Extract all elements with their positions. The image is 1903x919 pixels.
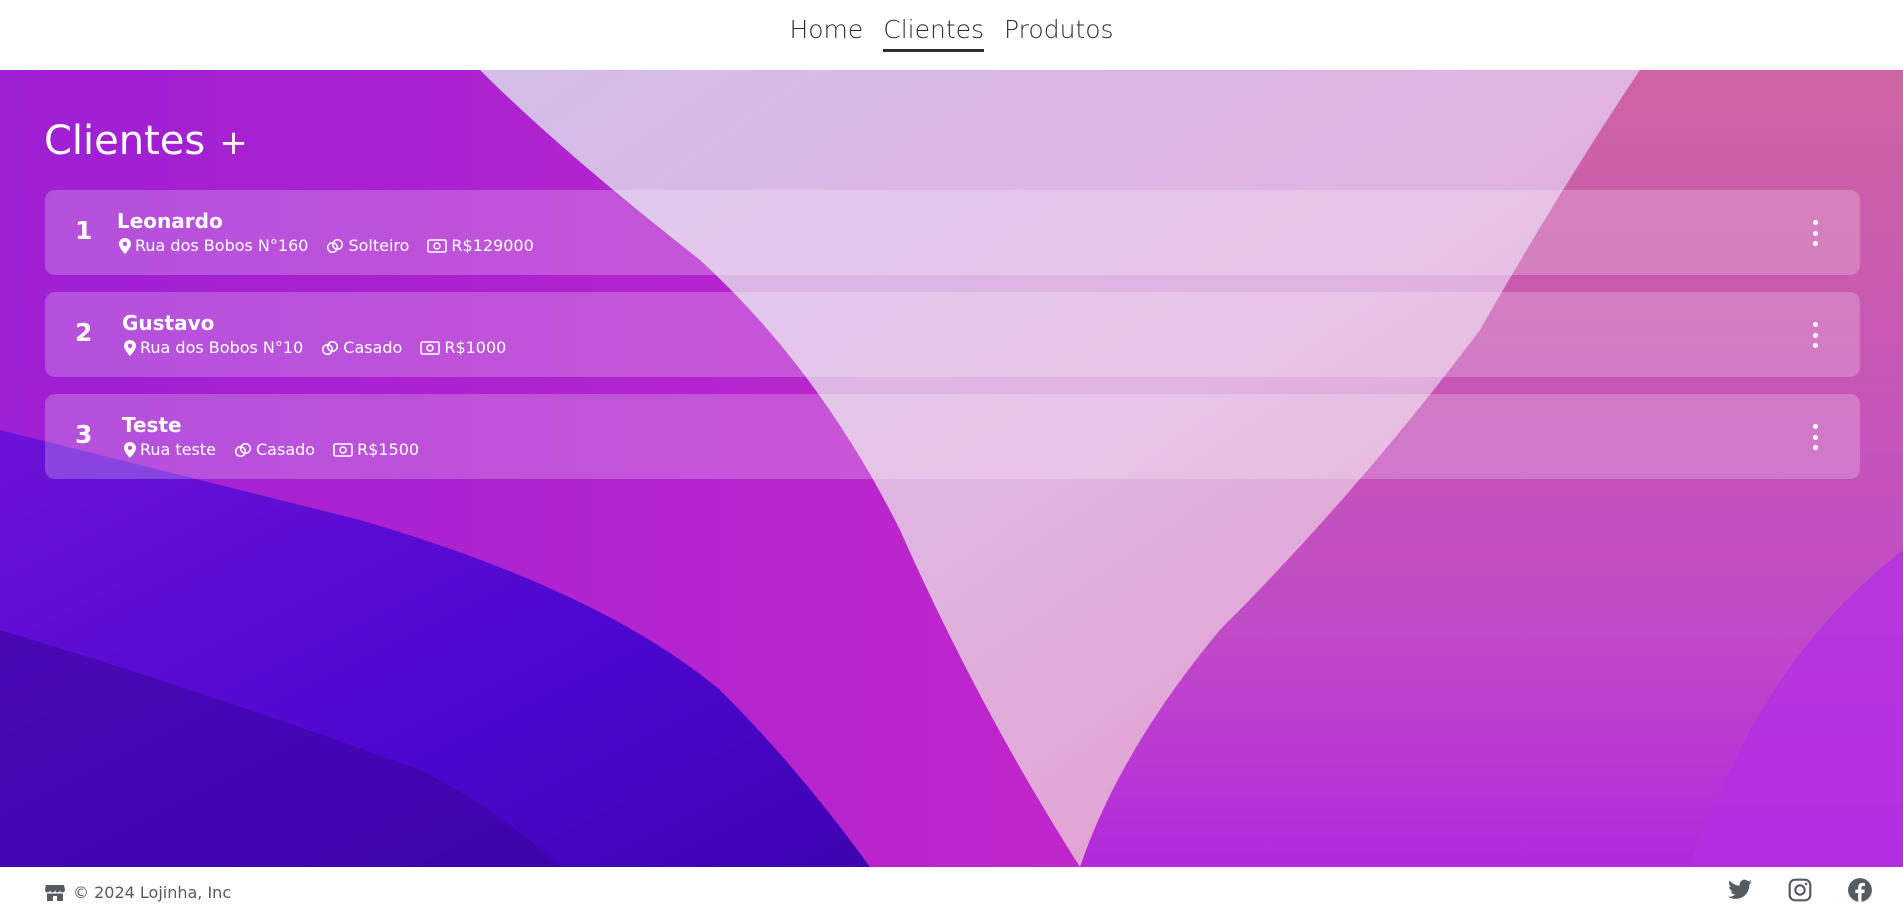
client-meta: Rua teste Casado R$1500 [124,440,419,459]
nav-links: Home Clientes Produtos [789,15,1114,52]
client-meta: Rua dos Bobos N°10 Casado R$1000 [124,338,506,357]
client-card[interactable]: 3 Teste Rua teste Casado R$1500 [45,394,1860,479]
client-address: Rua teste [124,440,216,459]
client-id: 3 [75,420,93,449]
client-card[interactable]: 2 Gustavo Rua dos Bobos N°10 Casado R$10… [45,292,1860,377]
client-address-text: Rua dos Bobos N°160 [135,236,309,255]
cash-icon [333,442,353,457]
more-options-icon[interactable] [1810,220,1820,246]
client-address-text: Rua teste [140,440,216,459]
cash-icon [420,340,441,355]
client-marital-status: Casado [321,338,402,357]
client-name: Gustavo [122,311,215,335]
client-id: 2 [75,318,93,347]
nav-link-home[interactable]: Home [789,15,863,52]
client-marital-status-text: Casado [256,440,316,459]
location-pin-icon [124,441,136,458]
client-income-text: R$129000 [451,236,534,255]
footer: © 2024 Lojinha, Inc [0,867,1903,919]
nav-link-produtos[interactable]: Produtos [1004,15,1114,52]
page-title: Clientes [44,118,206,164]
client-address: Rua dos Bobos N°10 [124,338,303,357]
client-income-text: R$1000 [444,338,507,357]
cash-icon [427,238,448,253]
client-meta: Rua dos Bobos N°160 Solteiro R$129000 [119,236,534,255]
client-id: 1 [75,216,93,245]
rings-icon [327,238,344,253]
client-marital-status: Casado [234,440,315,459]
client-income: R$1000 [420,338,506,357]
client-name: Teste [122,413,182,437]
nav-link-clientes[interactable]: Clientes [883,15,985,52]
client-marital-status-text: Solteiro [348,236,410,255]
main-content: Clientes + 1 Leonardo Rua dos Bobos N°16… [0,70,1903,867]
rings-icon [322,340,339,355]
client-address: Rua dos Bobos N°160 [119,236,308,255]
page-heading: Clientes + [44,118,248,164]
twitter-icon[interactable] [1727,877,1753,903]
location-pin-icon [124,339,136,356]
instagram-icon[interactable] [1787,877,1813,903]
location-pin-icon [119,237,131,254]
footer-brand: © 2024 Lojinha, Inc [45,883,231,902]
client-marital-status-text: Casado [343,338,403,357]
rings-icon [234,442,252,457]
client-card[interactable]: 1 Leonardo Rua dos Bobos N°160 Solteiro … [45,190,1860,275]
top-navbar: Home Clientes Produtos [0,0,1903,70]
more-options-icon[interactable] [1810,322,1820,348]
client-address-text: Rua dos Bobos N°10 [140,338,304,357]
client-income-text: R$1500 [357,440,420,459]
store-icon [45,884,65,901]
copyright-text: © 2024 Lojinha, Inc [73,883,232,902]
client-name: Leonardo [117,209,223,233]
add-client-button[interactable]: + [219,123,248,163]
client-income: R$1500 [333,440,419,459]
client-income: R$129000 [427,236,534,255]
more-options-icon[interactable] [1810,424,1820,450]
social-links [1727,877,1873,903]
client-marital-status: Solteiro [326,236,409,255]
facebook-icon[interactable] [1847,877,1873,903]
